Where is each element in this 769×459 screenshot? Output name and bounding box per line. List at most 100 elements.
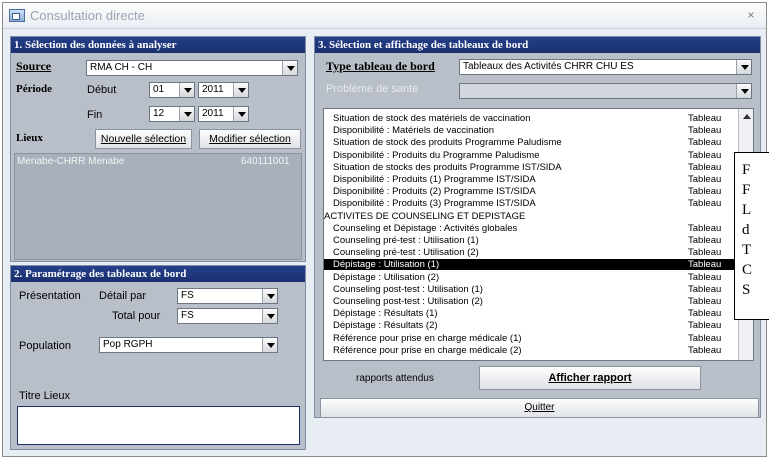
tableau-row[interactable]: Dépistage : Résultats (2) Tableau	[324, 320, 738, 331]
tableau-row-name: Counseling post-test : Utilisation (1)	[333, 283, 483, 295]
tableau-row[interactable]: Counseling et Dépistage : Activités glob…	[324, 223, 738, 234]
type-tableau-select[interactable]: Tableaux des Activités CHRR CHU ES	[459, 59, 752, 75]
population-select[interactable]: Pop RGPH	[99, 337, 278, 353]
tableau-row[interactable]: Disponibilité : Produits (2) Programme I…	[324, 186, 738, 197]
tableau-row[interactable]: Counseling pré-test : Utilisation (2) Tab…	[324, 247, 738, 258]
tableau-row-type: Tableau	[688, 186, 722, 198]
source-select[interactable]: RMA CH - CH	[86, 60, 298, 76]
tableau-row-name: Disponibilité : Produits (2) Programme I…	[333, 186, 536, 198]
chevron-down-icon[interactable]	[233, 83, 248, 97]
lieux-item-name: Menabe-CHRR Menabe	[17, 156, 125, 167]
lieux-label: Lieux	[16, 132, 43, 144]
tableau-row-name: Disponibilité : Produits (3) Programme I…	[333, 198, 536, 210]
presentation-label: Présentation	[19, 290, 81, 302]
total-pour-value: FS	[181, 310, 194, 321]
fin-month-value: 12	[153, 108, 165, 119]
window-title: Consultation directe	[30, 8, 145, 23]
modifier-selection-button[interactable]: Modifier sélection	[199, 129, 301, 149]
tableau-row-type: Tableau	[688, 149, 722, 161]
tableau-row-name: Référence pour prise en charge médicale …	[333, 344, 522, 356]
chevron-down-icon[interactable]	[262, 309, 277, 323]
section2-header: 2. Paramétrage des tableaux de bord	[11, 266, 305, 282]
tableau-row-name: Counseling et Dépistage : Activités glob…	[333, 222, 518, 234]
tableau-row[interactable]: Counseling post-test : Utilisation (2) Ta…	[324, 296, 738, 307]
tableau-row-type: Tableau	[688, 332, 722, 344]
lieux-item[interactable]: Menabe-CHRR Menabe 640111001	[17, 156, 299, 168]
chevron-down-icon[interactable]	[262, 338, 277, 352]
close-button[interactable]: ×	[741, 6, 761, 24]
tableau-row-name: Dépistage : Résultats (1)	[333, 308, 438, 320]
debut-year-value: 2011	[202, 84, 224, 95]
tableau-row[interactable]: Référence pour prise en charge médicale …	[324, 333, 738, 344]
debut-month-select[interactable]: 01	[149, 82, 195, 98]
fin-year-select[interactable]: 2011	[198, 106, 249, 122]
chevron-down-icon[interactable]	[262, 289, 277, 303]
tableau-row-name: Counseling post-test : Utilisation (2)	[333, 296, 483, 307]
lieux-list[interactable]: Menabe-CHRR Menabe 640111001	[14, 153, 302, 260]
afficher-rapport-button[interactable]: Afficher rapport	[479, 366, 701, 390]
tableau-row[interactable]: Situation de stocks des produits Program…	[324, 162, 738, 173]
consultation-window: Consultation directe × 1. Sélection des …	[2, 2, 767, 457]
tableau-row-type: Tableau	[688, 320, 722, 332]
chevron-down-icon[interactable]	[179, 107, 194, 121]
tableau-row[interactable]: Situation de stock des produits Programm…	[324, 137, 738, 148]
scroll-up-icon[interactable]	[743, 114, 751, 119]
chevron-down-icon[interactable]	[282, 61, 297, 75]
tableau-row-type: Tableau	[688, 222, 722, 234]
nouvelle-selection-button[interactable]: Nouvelle sélection	[95, 129, 192, 149]
tableau-row[interactable]: Disponibilité : Produits du Programme Pa…	[324, 150, 738, 161]
tableau-row[interactable]: Counseling post-test : Utilisation (1) Ta…	[324, 284, 738, 295]
probleme-sante-select[interactable]	[459, 83, 752, 99]
tableau-row-name: Dépistage : Résultats (2)	[333, 320, 438, 332]
tableaux-rows: Situation de stock des matériels de vacc…	[324, 113, 738, 360]
population-label: Population	[19, 340, 71, 352]
tableau-row-name: Counseling pré-test : Utilisation (1)	[333, 235, 479, 246]
tableau-row-name: Disponibilité : Produits du Programme Pa…	[333, 149, 540, 161]
total-pour-select[interactable]: FS	[177, 308, 278, 324]
tableau-row[interactable]: ACTIVITES DE COUNSELING ET DEPISTAGE	[324, 211, 738, 222]
debut-month-value: 01	[153, 84, 165, 95]
rapports-attendus-label: rapports attendus	[356, 373, 434, 384]
titre-lieux-label: Titre Lieux	[19, 390, 70, 402]
tableau-row[interactable]: Situation de stock des matériels de vacc…	[324, 113, 738, 124]
overlay-note: F F L d T C S	[734, 152, 769, 320]
tableau-row-type: Tableau	[688, 283, 722, 295]
tableau-row[interactable]: Disponibilité : Matériels de vaccination…	[324, 125, 738, 136]
detail-par-select[interactable]: FS	[177, 288, 278, 304]
tableau-row[interactable]: Dépistage : Utilisation (2) Tableau	[324, 272, 738, 283]
chevron-down-icon[interactable]	[233, 107, 248, 121]
tableau-row[interactable]: Référence pour prise en charge médicale …	[324, 345, 738, 356]
chevron-down-icon[interactable]	[736, 84, 751, 98]
tableau-row[interactable]: Disponibilité : Produits (3) Programme I…	[324, 198, 738, 209]
tableau-row[interactable]: Dépistage : Résultats (1) Tableau	[324, 308, 738, 319]
tableau-row-name: Situation de stock des matériels de vacc…	[333, 113, 531, 124]
chevron-down-icon[interactable]	[179, 83, 194, 97]
lieux-item-code: 640111001	[241, 156, 290, 167]
detail-par-label: Détail par	[99, 290, 147, 302]
selection-panel: 1. Sélection des données à analyser Sour…	[10, 36, 306, 262]
tableau-row-type: Tableau	[688, 235, 722, 246]
section3-header: 3. Sélection et affichage des tableaux d…	[315, 37, 760, 53]
tableau-row-type: Tableau	[688, 137, 722, 149]
tableau-row[interactable]: Dépistage : Utilisation (1) Tableau	[324, 259, 738, 271]
probleme-sante-label: Problème de santé	[326, 83, 419, 95]
tableau-row[interactable]: Disponibilité : Produits (1) Programme I…	[324, 174, 738, 185]
tableau-row-name: Dépistage : Utilisation (2)	[333, 271, 440, 283]
total-pour-label: Total pour	[112, 310, 161, 322]
population-value: Pop RGPH	[103, 339, 153, 350]
titre-lieux-input[interactable]	[17, 406, 300, 445]
note-line: S	[742, 282, 751, 298]
affichage-panel: 3. Sélection et affichage des tableaux d…	[314, 36, 761, 418]
tableau-row-type: Tableau	[688, 113, 722, 124]
tableau-row[interactable]: Counseling pré-test : Utilisation (1) Tab…	[324, 235, 738, 246]
quitter-button[interactable]: Quitter	[320, 398, 759, 418]
parametrage-panel: 2. Paramétrage des tableaux de bord Prés…	[10, 265, 306, 450]
tableau-row-name: Dépistage : Utilisation (1)	[333, 259, 440, 271]
source-label: Source	[16, 59, 52, 73]
tableaux-list[interactable]: Situation de stock des matériels de vacc…	[323, 108, 754, 361]
chevron-down-icon[interactable]	[736, 60, 751, 74]
note-line: T	[742, 242, 752, 258]
tableau-row-name: Counseling pré-test : Utilisation (2)	[333, 247, 479, 259]
debut-year-select[interactable]: 2011	[198, 82, 249, 98]
fin-month-select[interactable]: 12	[149, 106, 195, 122]
